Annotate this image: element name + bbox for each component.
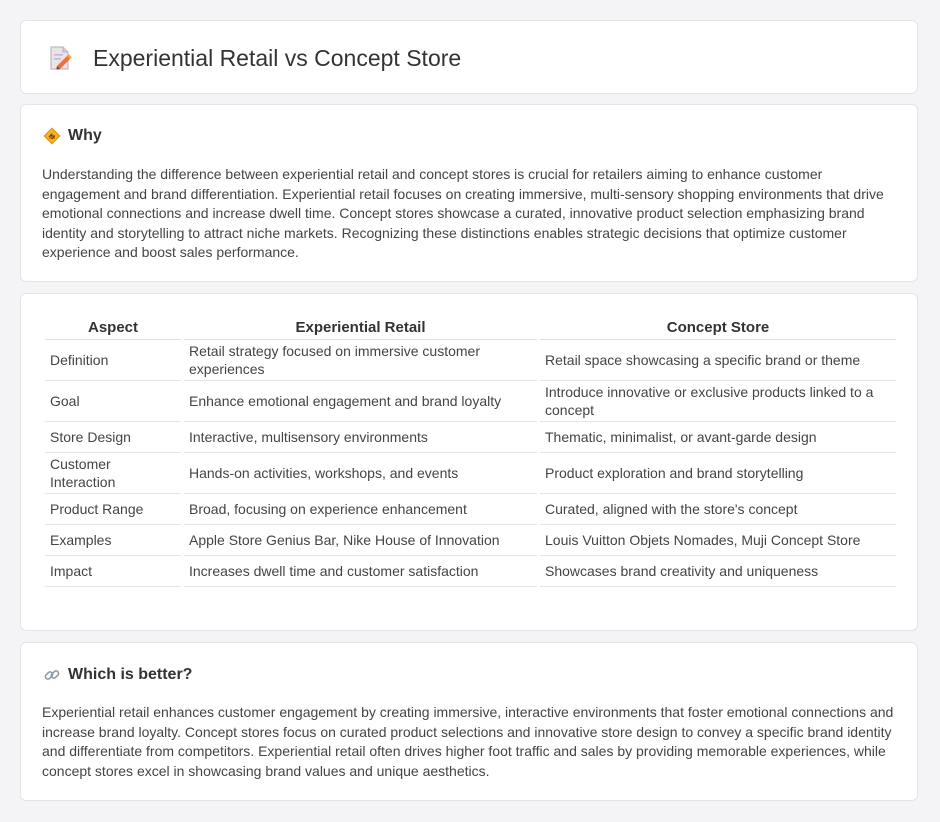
which-is-better-section: Which is better? Experiential retail enh… — [20, 642, 918, 801]
experiential-cell: Enhance emotional engagement and brand l… — [184, 381, 537, 422]
table-row: Store Design Interactive, multisensory e… — [45, 422, 896, 453]
experiential-cell: Broad, focusing on experience enhancemen… — [184, 494, 537, 525]
link-icon — [43, 666, 61, 684]
header-concept-store: Concept Store — [540, 315, 896, 340]
why-section: Why Understanding the difference between… — [20, 104, 918, 282]
header-experiential-retail: Experiential Retail — [184, 315, 537, 340]
aspect-cell: Impact — [45, 556, 181, 587]
aspect-cell: Product Range — [45, 494, 181, 525]
experiential-cell: Hands-on activities, workshops, and even… — [184, 453, 537, 494]
why-heading-text: Why — [68, 127, 102, 144]
aspect-cell: Goal — [45, 381, 181, 422]
better-paragraph: Experiential retail enhances customer en… — [42, 704, 894, 779]
why-heading: Why — [43, 127, 102, 145]
concept-cell: Introduce innovative or exclusive produc… — [540, 381, 896, 422]
aspect-cell: Definition — [45, 340, 181, 381]
comparison-table: Aspect Experiential Retail Concept Store… — [42, 315, 899, 587]
concept-cell: Product exploration and brand storytelli… — [540, 453, 896, 494]
table-header-row: Aspect Experiential Retail Concept Store — [45, 315, 896, 340]
experiential-cell: Retail strategy focused on immersive cus… — [184, 340, 537, 381]
table-row: Customer Interaction Hands-on activities… — [45, 453, 896, 494]
table-row: Impact Increases dwell time and customer… — [45, 556, 896, 587]
experiential-cell: Apple Store Genius Bar, Nike House of In… — [184, 525, 537, 556]
aspect-cell: Examples — [45, 525, 181, 556]
experiential-cell: Increases dwell time and customer satisf… — [184, 556, 537, 587]
aspect-cell: Store Design — [45, 422, 181, 453]
better-heading-text: Which is better? — [68, 666, 193, 683]
aspect-cell: Customer Interaction — [45, 453, 181, 494]
document-pencil-icon — [47, 45, 73, 71]
concept-cell: Showcases brand creativity and uniquenes… — [540, 556, 896, 587]
header-aspect: Aspect — [45, 315, 181, 340]
page-header: Experiential Retail vs Concept Store — [47, 45, 461, 71]
table-row: Examples Apple Store Genius Bar, Nike Ho… — [45, 525, 896, 556]
concept-cell: Thematic, minimalist, or avant-garde des… — [540, 422, 896, 453]
diamond-sign-icon — [43, 127, 61, 145]
concept-cell: Louis Vuitton Objets Nomades, Muji Conce… — [540, 525, 896, 556]
header-card: Experiential Retail vs Concept Store — [20, 20, 918, 94]
page-title: Experiential Retail vs Concept Store — [93, 45, 462, 71]
why-paragraph: Understanding the difference between exp… — [42, 166, 884, 261]
better-heading: Which is better? — [43, 666, 192, 684]
concept-cell: Curated, aligned with the store's concep… — [540, 494, 896, 525]
comparison-section: Aspect Experiential Retail Concept Store… — [20, 293, 918, 631]
table-row: Definition Retail strategy focused on im… — [45, 340, 896, 381]
experiential-cell: Interactive, multisensory environments — [184, 422, 537, 453]
table-row: Goal Enhance emotional engagement and br… — [45, 381, 896, 422]
table-row: Product Range Broad, focusing on experie… — [45, 494, 896, 525]
concept-cell: Retail space showcasing a specific brand… — [540, 340, 896, 381]
